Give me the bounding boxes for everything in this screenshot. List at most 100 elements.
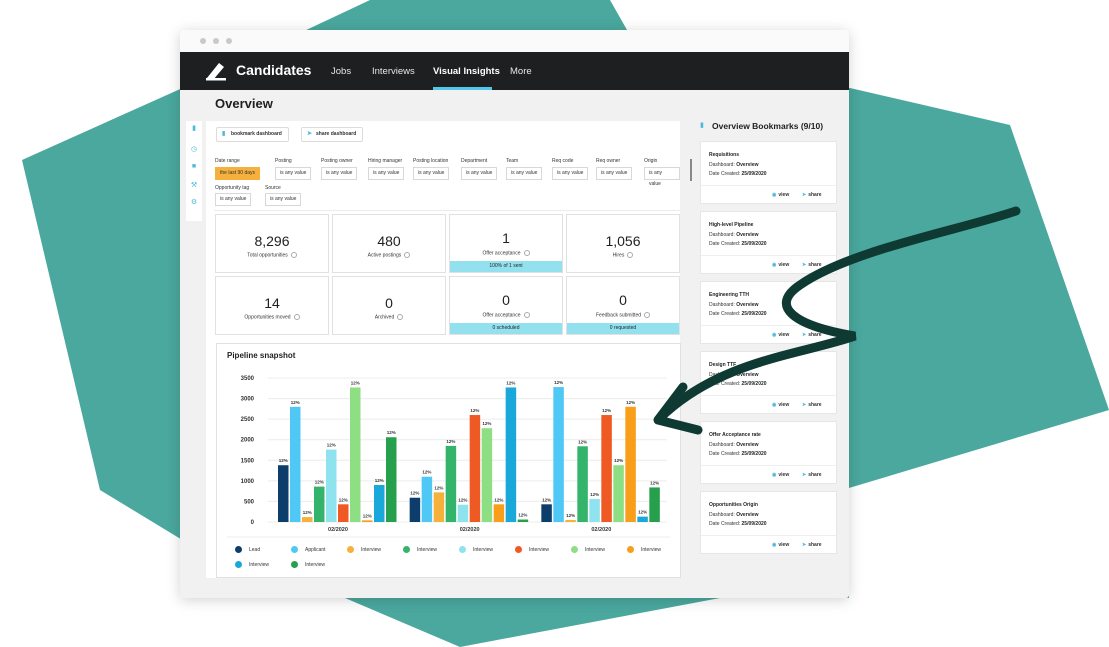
legend-swatch bbox=[459, 546, 466, 553]
metric-card[interactable]: 1 Offer acceptance 100% of 1 sent bbox=[449, 214, 563, 273]
bookmark-dashboard: Dashboard: Overview bbox=[709, 232, 759, 238]
bookmark-card[interactable]: Design TTF Dashboard: Overview Date Create… bbox=[700, 351, 838, 414]
filter-value[interactable]: is any value bbox=[321, 167, 358, 180]
bookmark-icon[interactable]: ■ bbox=[190, 163, 198, 171]
clock-icon[interactable]: ◷ bbox=[190, 146, 198, 154]
share-button[interactable]: ➤ share bbox=[802, 472, 822, 478]
info-icon[interactable] bbox=[644, 312, 651, 318]
sidebar-title: Overview Bookmarks (9/10) bbox=[712, 121, 824, 131]
filter-value[interactable]: is any value bbox=[265, 193, 302, 206]
chart-bar bbox=[553, 387, 564, 522]
metric-label-text: Archived bbox=[374, 314, 395, 321]
bookmark-title: Design TTF bbox=[709, 362, 737, 368]
bookmark-title: High-level Pipeline bbox=[709, 222, 754, 228]
chart-bar bbox=[409, 497, 421, 522]
wrench-icon[interactable]: ⚒ bbox=[190, 182, 198, 190]
metric-card[interactable]: 480 Active postings bbox=[332, 214, 446, 273]
share-label: share bbox=[808, 402, 822, 408]
gear-icon[interactable]: ⚙ bbox=[190, 199, 198, 207]
filter-value[interactable]: is any value bbox=[461, 167, 498, 180]
metric-label: Offer acceptance bbox=[450, 250, 562, 256]
share-button[interactable]: ➤ share bbox=[802, 402, 822, 408]
info-icon[interactable] bbox=[290, 252, 297, 258]
info-icon[interactable] bbox=[293, 314, 300, 320]
legend-label: Interview bbox=[249, 562, 270, 568]
info-icon[interactable] bbox=[627, 252, 634, 258]
eye-icon: ◉ bbox=[772, 542, 777, 548]
metric-card[interactable]: 1,056 Hires bbox=[566, 214, 680, 273]
share-button[interactable]: ➤ share bbox=[802, 192, 822, 198]
bookmark-dashboard-label: bookmark dashboard bbox=[231, 131, 282, 137]
share-button[interactable]: ➤ share bbox=[802, 262, 822, 268]
view-button[interactable]: ◉ view bbox=[772, 192, 789, 198]
date-label: Date Created: bbox=[709, 451, 741, 457]
info-icon[interactable] bbox=[404, 252, 411, 258]
share-button[interactable]: ➤ share bbox=[802, 332, 822, 338]
nav-item-visual-insights[interactable]: Visual Insights bbox=[433, 66, 500, 77]
chart-bar bbox=[601, 415, 612, 522]
divider bbox=[701, 395, 838, 396]
info-icon[interactable] bbox=[397, 314, 404, 320]
bookmark-date: Date Created: 25/09/2020 bbox=[709, 381, 767, 387]
bookmark-title: Offer Acceptance rate bbox=[709, 432, 761, 438]
bookmark-card[interactable]: Opportunities Origin Dashboard: Overview D… bbox=[700, 491, 838, 554]
bar-data-label: 12% bbox=[506, 380, 515, 385]
app-window: Candidates Jobs Interviews Visual Insigh… bbox=[180, 30, 849, 598]
filter-label: Opportunity tag bbox=[215, 185, 250, 191]
filter-label: Posting bbox=[275, 158, 292, 164]
bookmark-dashboard-button[interactable]: ▮ bookmark dashboard bbox=[216, 127, 289, 142]
filter-value[interactable]: the last 90 days bbox=[215, 167, 261, 180]
metric-card[interactable]: 0 Archived bbox=[332, 276, 446, 335]
bookmark-card[interactable]: High-level Pipeline Dashboard: Overview Da… bbox=[700, 211, 838, 274]
metric-card[interactable]: 0 Offer acceptance 0 scheduled bbox=[449, 276, 563, 335]
y-tick-label: 1000 bbox=[241, 479, 255, 485]
filter-scrollbar[interactable] bbox=[690, 159, 692, 181]
view-button[interactable]: ◉ view bbox=[772, 472, 789, 478]
date-value: 25/09/2020 bbox=[741, 381, 767, 387]
metric-card[interactable]: 0 Feedback submitted 0 requested bbox=[566, 276, 680, 335]
filter-value[interactable]: is any value bbox=[506, 167, 543, 180]
share-button[interactable]: ➤ share bbox=[802, 542, 822, 548]
filter-label: Source bbox=[265, 185, 281, 191]
bookmark-card[interactable]: Engineering TTH Dashboard: Overview Date C… bbox=[700, 281, 838, 344]
bar-data-label: 12% bbox=[351, 380, 360, 385]
share-label: share bbox=[808, 332, 822, 338]
nav-item-jobs[interactable]: Jobs bbox=[331, 66, 351, 77]
share-dashboard-button[interactable]: ➤ share dashboard bbox=[301, 127, 364, 142]
bookmark-dashboard: Dashboard: Overview bbox=[709, 162, 759, 168]
view-button[interactable]: ◉ view bbox=[772, 542, 789, 548]
bar-data-label: 12% bbox=[614, 458, 623, 463]
filter-value[interactable]: is any value bbox=[552, 167, 589, 180]
info-icon[interactable] bbox=[523, 250, 530, 256]
legend-label: Interview bbox=[641, 547, 662, 553]
view-button[interactable]: ◉ view bbox=[772, 402, 789, 408]
bookmark-card[interactable]: Requisitions Dashboard: Overview Date Crea… bbox=[700, 141, 838, 204]
metric-card[interactable]: 14 Opportunities moved bbox=[215, 276, 329, 335]
nav-item-interviews[interactable]: Interviews bbox=[372, 66, 415, 77]
metric-label-text: Active postings bbox=[367, 252, 402, 259]
bookmarks-sidebar: ▮ Overview Bookmarks (9/10) Requisitions… bbox=[700, 121, 838, 578]
metric-label-text: Hires bbox=[612, 252, 625, 259]
y-tick-label: 3500 bbox=[241, 376, 255, 382]
filter-value[interactable]: is any value bbox=[596, 167, 633, 180]
filter-value[interactable]: is any value bbox=[275, 167, 312, 180]
view-button[interactable]: ◉ view bbox=[772, 332, 789, 338]
bar-data-label: 12% bbox=[363, 513, 372, 518]
filter-label: Team bbox=[506, 158, 519, 164]
chart-icon[interactable]: ▮ bbox=[190, 125, 198, 133]
filter-value[interactable]: is any value bbox=[413, 167, 450, 180]
legend-swatch bbox=[291, 546, 298, 553]
view-button[interactable]: ◉ view bbox=[772, 262, 789, 268]
bookmark-icon: ▮ bbox=[700, 122, 704, 129]
metric-card[interactable]: 8,296 Total opportunities bbox=[215, 214, 329, 273]
filter-value[interactable]: is any value bbox=[368, 167, 405, 180]
share-icon: ➤ bbox=[802, 192, 807, 198]
bookmark-date: Date Created: 25/09/2020 bbox=[709, 521, 767, 527]
filter-value[interactable]: is any value bbox=[215, 193, 252, 206]
eye-icon: ◉ bbox=[772, 472, 777, 478]
bookmark-card[interactable]: Offer Acceptance rate Dashboard: Overview… bbox=[700, 421, 838, 484]
nav-item-more[interactable]: More bbox=[510, 66, 532, 77]
filter-value[interactable]: is any value bbox=[644, 167, 680, 187]
info-icon[interactable] bbox=[523, 312, 530, 318]
bar-data-label: 12% bbox=[434, 485, 443, 490]
